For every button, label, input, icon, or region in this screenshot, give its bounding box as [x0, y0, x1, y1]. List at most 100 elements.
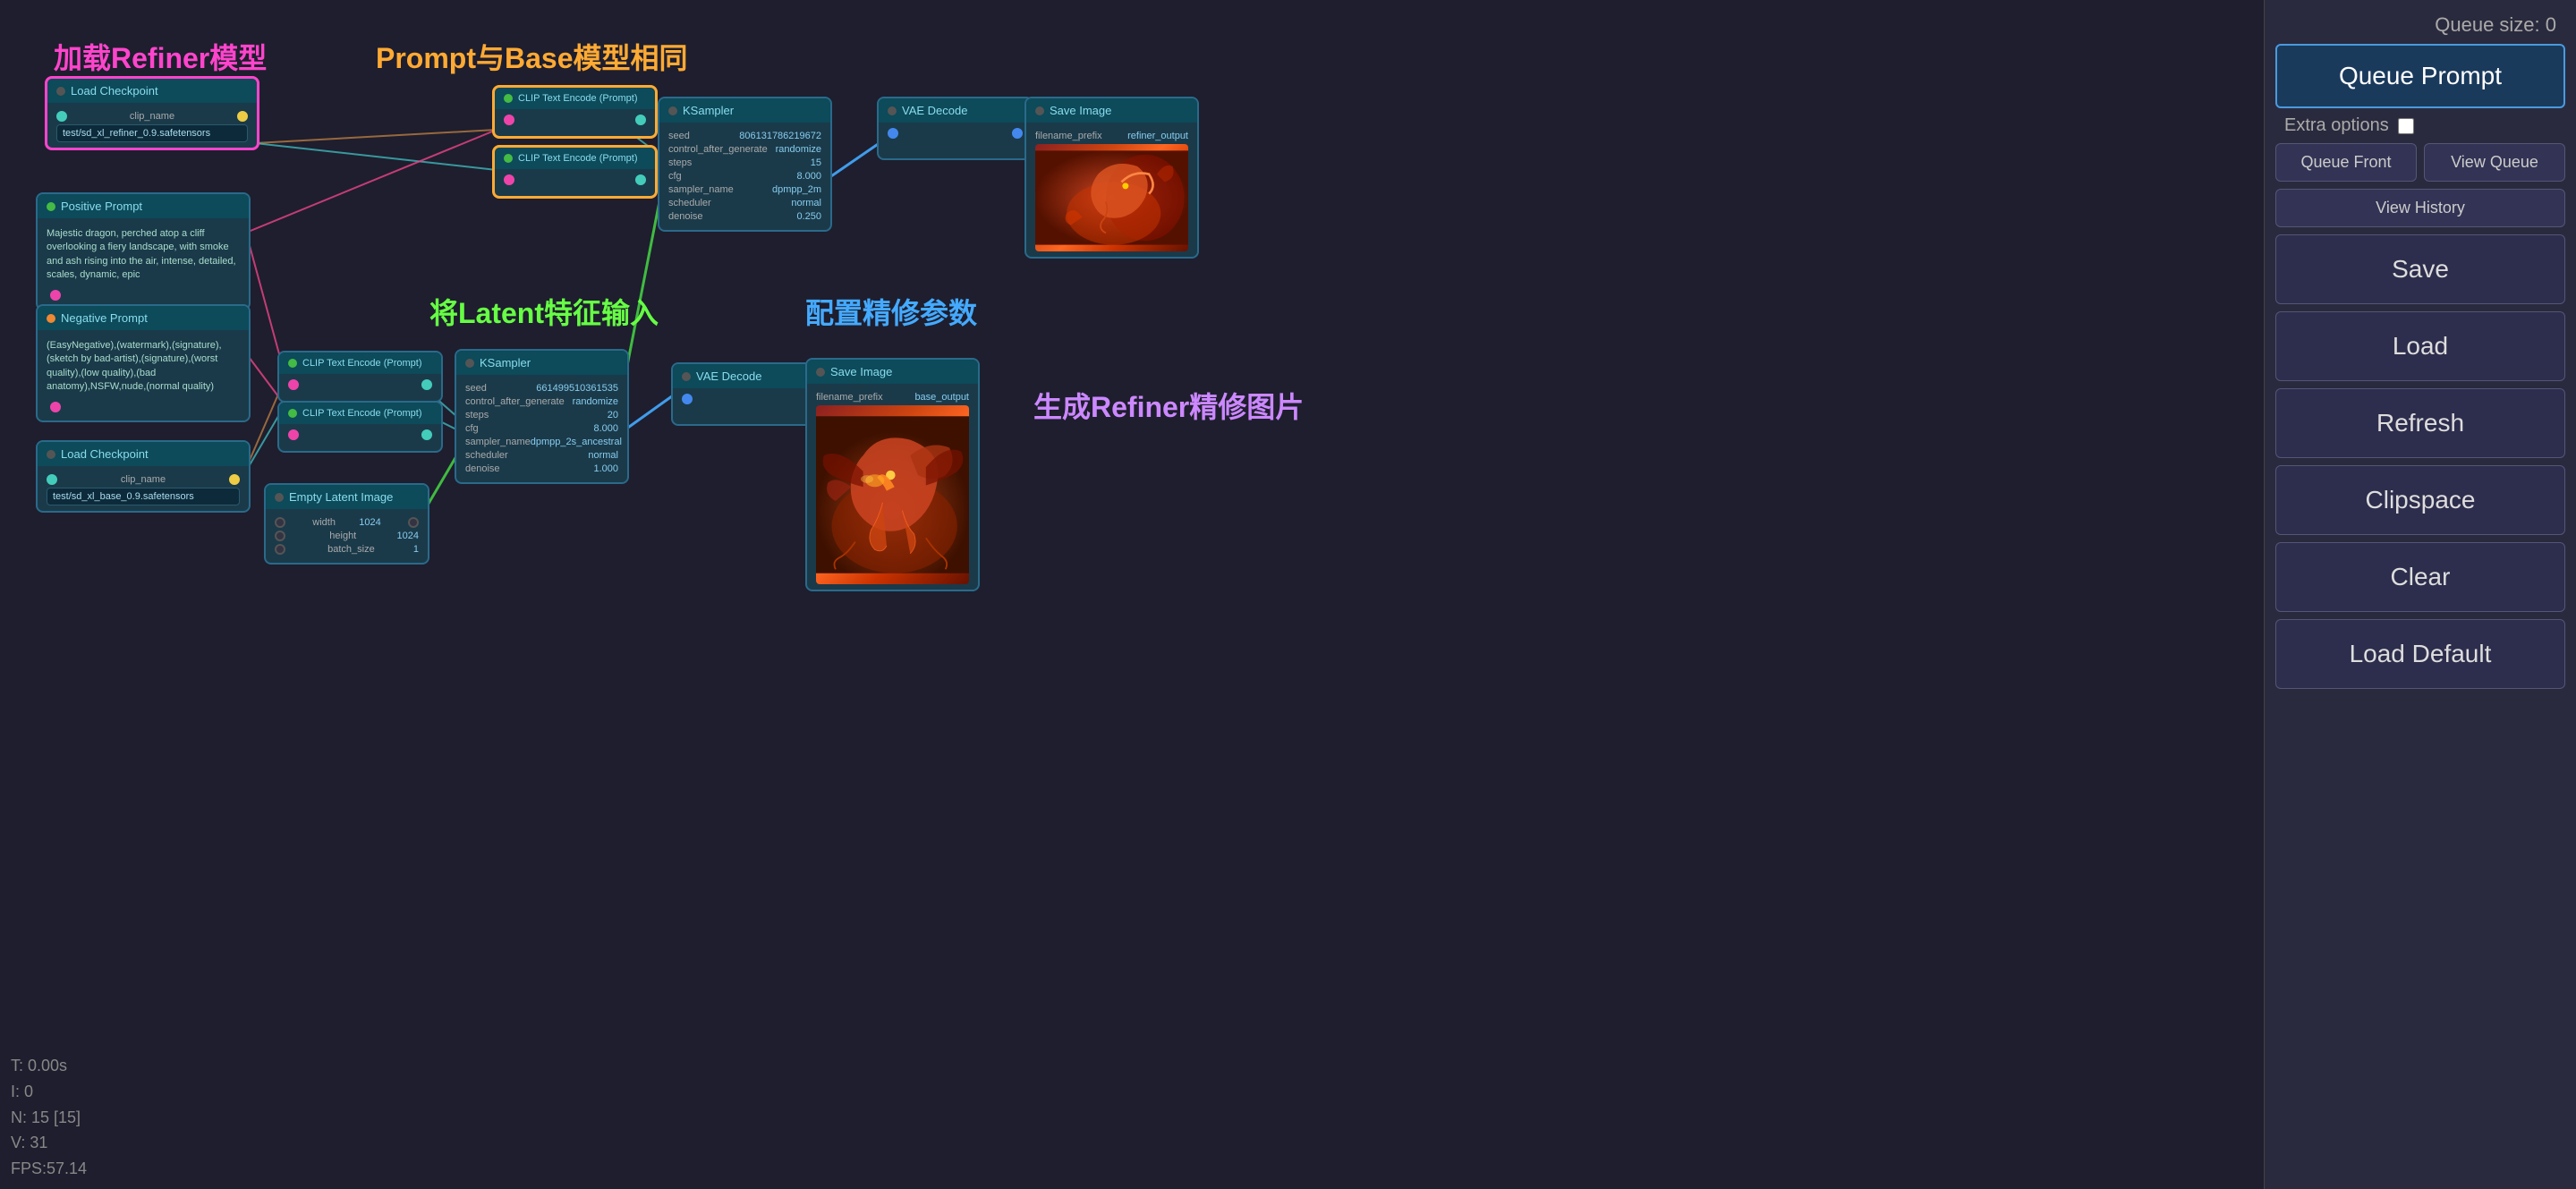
- node-body: [495, 169, 655, 196]
- node-body: seed 661499510361535 control_after_gener…: [456, 375, 627, 482]
- node-dot: [288, 359, 297, 368]
- node-negative-prompt: Negative Prompt (EasyNegative),(watermar…: [36, 304, 251, 422]
- view-history-button[interactable]: View History: [2275, 189, 2565, 227]
- node-body: [279, 374, 441, 401]
- status-t: T: 0.00s: [11, 1053, 168, 1079]
- node-header: VAE Decode: [673, 364, 826, 388]
- row-steps: steps 15: [668, 157, 821, 168]
- connector-left: [288, 379, 299, 390]
- row-control: control_after_generate randomize: [465, 396, 618, 407]
- node-clip-encode-4: CLIP Text Encode (Prompt): [277, 401, 443, 453]
- clear-button[interactable]: Clear: [2275, 542, 2565, 612]
- checkpoint-value: test/sd_xl_refiner_0.9.safetensors: [56, 124, 248, 142]
- field-label: clip_name: [121, 474, 166, 485]
- statusbar: T: 0.00s I: 0 N: 15 [15] V: 31 FPS:57.14: [0, 1046, 179, 1189]
- row-scheduler: scheduler normal: [668, 198, 821, 208]
- row-sampler: sampler_name dpmpp_2m: [668, 184, 821, 195]
- node-dot: [275, 493, 284, 502]
- node-header: Positive Prompt: [38, 194, 249, 218]
- node-clip-encode-2: CLIP Text Encode (Prompt): [492, 145, 658, 199]
- connector-right: [635, 115, 646, 125]
- row-cfg: cfg 8.000: [668, 171, 821, 182]
- connector-right: [50, 402, 61, 412]
- save-button[interactable]: Save: [2275, 234, 2565, 304]
- node-dot: [288, 409, 297, 418]
- view-queue-button[interactable]: View Queue: [2424, 143, 2565, 182]
- image-preview-base: [816, 405, 969, 584]
- node-dot: [816, 368, 825, 377]
- row-filename: filename_prefix base_output: [816, 392, 969, 403]
- extra-options-checkbox[interactable]: [2398, 118, 2414, 134]
- node-header: KSampler: [456, 351, 627, 375]
- connector-left: [888, 128, 898, 139]
- status-fps: FPS:57.14: [11, 1156, 168, 1182]
- node-empty-latent: Empty Latent Image width 1024 height 102…: [264, 483, 429, 565]
- node-header: Empty Latent Image: [266, 485, 428, 509]
- node-dot: [465, 359, 474, 368]
- connector-left: [56, 111, 67, 122]
- annotation-config-params: 配置精修参数: [805, 291, 977, 332]
- node-dot: [504, 154, 513, 163]
- node-body: width 1024 height 1024 batch_size 1: [266, 509, 428, 563]
- node-header: CLIP Text Encode (Prompt): [279, 352, 441, 374]
- connector-left: [275, 531, 285, 541]
- node-load-checkpoint-base: Load Checkpoint clip_name test/sd_xl_bas…: [36, 440, 251, 513]
- refresh-button[interactable]: Refresh: [2275, 388, 2565, 458]
- node-body: clip_name test/sd_xl_base_0.9.safetensor…: [38, 466, 249, 511]
- status-n: N: 15 [15]: [11, 1105, 168, 1131]
- node-ksampler-base: KSampler seed 661499510361535 control_af…: [455, 349, 629, 484]
- node-dot: [47, 202, 55, 211]
- queue-prompt-button[interactable]: Queue Prompt: [2275, 44, 2565, 108]
- node-row: clip_name: [47, 474, 240, 485]
- connector-left: [504, 115, 514, 125]
- node-header: VAE Decode: [879, 98, 1032, 123]
- status-i: I: 0: [11, 1079, 168, 1105]
- row-cfg: cfg 8.000: [465, 423, 618, 434]
- annotation-latent-input: 将Latent特征输入: [429, 291, 659, 332]
- load-default-button[interactable]: Load Default: [2275, 619, 2565, 689]
- clipspace-button[interactable]: Clipspace: [2275, 465, 2565, 535]
- node-vae-decode-refiner: VAE Decode: [877, 97, 1033, 160]
- row-scheduler: scheduler normal: [465, 450, 618, 461]
- connector-left: [275, 517, 285, 528]
- row-width: width 1024: [275, 517, 419, 528]
- connector-left: [288, 429, 299, 440]
- right-panel: Queue size: 0 Queue Prompt Extra options…: [2264, 0, 2576, 1189]
- connector-right: [237, 111, 248, 122]
- node-body: [279, 424, 441, 451]
- row-batch: batch_size 1: [275, 544, 419, 555]
- row-height: height 1024: [275, 531, 419, 541]
- row-seed: seed 661499510361535: [465, 383, 618, 394]
- node-body: [879, 123, 1032, 158]
- load-button[interactable]: Load: [2275, 311, 2565, 381]
- node-clip-encode-1: CLIP Text Encode (Prompt): [492, 85, 658, 139]
- dragon-svg-base: [816, 405, 969, 584]
- node-vae-decode-base: VAE Decode: [671, 362, 828, 426]
- node-dot: [888, 106, 897, 115]
- small-buttons-row: Queue Front View Queue: [2275, 143, 2565, 182]
- annotation-load-refiner: 加载Refiner模型: [54, 36, 267, 77]
- node-body: [673, 388, 826, 424]
- node-dot: [682, 372, 691, 381]
- node-save-image-refiner: Save Image filename_prefix refiner_outpu…: [1024, 97, 1199, 259]
- status-v: V: 31: [11, 1130, 168, 1156]
- node-dot: [56, 87, 65, 96]
- extra-options-label: Extra options: [2284, 115, 2389, 136]
- connector-left: [682, 394, 693, 404]
- annotation-same-prompt: Prompt与Base模型相同: [376, 36, 688, 77]
- node-header: Negative Prompt: [38, 306, 249, 330]
- checkpoint-value: test/sd_xl_base_0.9.safetensors: [47, 488, 240, 505]
- node-header: CLIP Text Encode (Prompt): [279, 403, 441, 424]
- queue-size: Queue size: 0: [2435, 13, 2556, 37]
- row-denoise: denoise 0.250: [668, 211, 821, 222]
- node-body: (EasyNegative),(watermark),(signature),(…: [38, 330, 249, 420]
- connector-right: [421, 429, 432, 440]
- queue-front-button[interactable]: Queue Front: [2275, 143, 2417, 182]
- connector-right: [408, 517, 419, 528]
- node-body: Majestic dragon, perched atop a cliff ov…: [38, 218, 249, 309]
- node-dot: [504, 94, 513, 103]
- connector-left: [47, 474, 57, 485]
- connector-right: [421, 379, 432, 390]
- connector-right: [50, 290, 61, 301]
- node-body: filename_prefix base_output: [807, 384, 978, 590]
